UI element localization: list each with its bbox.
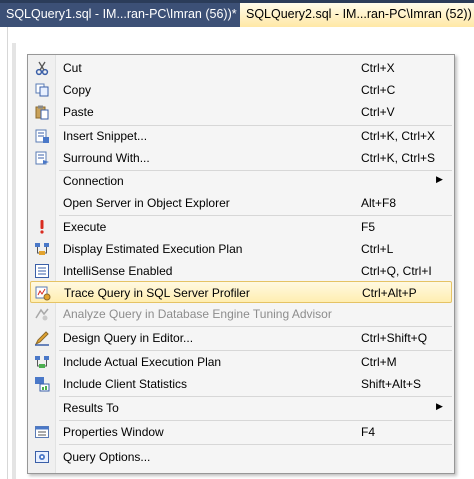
menu-item-shortcut: Ctrl+Q, Ctrl+I bbox=[361, 264, 432, 278]
menu-item-copy[interactable]: Copy Ctrl+C bbox=[30, 79, 452, 101]
estimated-plan-icon bbox=[34, 241, 50, 257]
surround-with-icon bbox=[34, 150, 50, 166]
menu-separator bbox=[59, 444, 452, 445]
menu-item-shortcut: Ctrl+Shift+Q bbox=[361, 331, 428, 345]
menu-item-execute[interactable]: Execute F5 bbox=[30, 216, 452, 238]
menu-item-label: Insert Snippet... bbox=[63, 129, 148, 143]
menu-item-label: Connection bbox=[63, 174, 124, 188]
query-options-icon bbox=[34, 449, 50, 465]
menu-item-shortcut: Ctrl+K, Ctrl+S bbox=[361, 151, 436, 165]
menu-item-label: Surround With... bbox=[63, 151, 150, 165]
menu-item-design-query[interactable]: Design Query in Editor... Ctrl+Shift+Q bbox=[30, 327, 452, 349]
menu-item-shortcut: Ctrl+L bbox=[361, 242, 394, 256]
menu-item-label: Design Query in Editor... bbox=[63, 331, 194, 345]
menu-item-estimated-plan[interactable]: Display Estimated Execution Plan Ctrl+L bbox=[30, 238, 452, 260]
tuning-advisor-icon bbox=[34, 306, 50, 322]
menu-item-label: Results To bbox=[63, 401, 119, 415]
actual-plan-icon bbox=[34, 354, 50, 370]
menu-item-label: Open Server in Object Explorer bbox=[63, 196, 230, 210]
execute-icon bbox=[34, 219, 50, 235]
editor-gutter bbox=[0, 27, 8, 479]
menu-item-shortcut: Shift+Alt+S bbox=[361, 377, 422, 391]
menu-item-shortcut: Ctrl+Alt+P bbox=[362, 286, 417, 300]
menu-item-trace-query[interactable]: Trace Query in SQL Server Profiler Ctrl+… bbox=[30, 281, 452, 303]
menu-item-paste[interactable]: Paste Ctrl+V bbox=[30, 101, 452, 123]
properties-icon bbox=[34, 424, 50, 440]
menu-item-label: Query Options... bbox=[63, 450, 151, 464]
profiler-icon bbox=[35, 285, 51, 301]
menu-item-insert-snippet[interactable]: Insert Snippet... Ctrl+K, Ctrl+X bbox=[30, 125, 452, 147]
menu-item-shortcut: Ctrl+X bbox=[361, 61, 395, 75]
menu-item-shortcut: F5 bbox=[361, 220, 376, 234]
menu-item-surround-with[interactable]: Surround With... Ctrl+K, Ctrl+S bbox=[30, 147, 452, 169]
menu-item-label: Paste bbox=[63, 105, 94, 119]
menu-item-label: Include Client Statistics bbox=[63, 377, 188, 391]
menu-item-label: Analyze Query in Database Engine Tuning … bbox=[63, 307, 332, 321]
menu-item-open-server[interactable]: Open Server in Object Explorer Alt+F8 bbox=[30, 192, 452, 214]
menu-item-results-to[interactable]: Results To ▶ bbox=[30, 397, 452, 419]
menu-item-analyze-query: Analyze Query in Database Engine Tuning … bbox=[30, 303, 452, 325]
submenu-arrow-icon: ▶ bbox=[436, 401, 443, 411]
menu-item-label: Display Estimated Execution Plan bbox=[63, 242, 243, 256]
insert-snippet-icon bbox=[34, 128, 50, 144]
menu-item-shortcut: F4 bbox=[361, 425, 376, 439]
scissors-icon bbox=[34, 60, 50, 76]
editor-change-margin bbox=[12, 43, 16, 479]
copy-icon bbox=[34, 82, 50, 98]
menu-item-shortcut: Ctrl+C bbox=[361, 83, 396, 97]
menu-item-cut[interactable]: Cut Ctrl+X bbox=[30, 57, 452, 79]
client-statistics-icon bbox=[34, 376, 50, 392]
menu-item-label: Copy bbox=[63, 83, 92, 97]
submenu-arrow-icon: ▶ bbox=[436, 174, 443, 184]
menu-item-actual-plan[interactable]: Include Actual Execution Plan Ctrl+M bbox=[30, 351, 452, 373]
menu-item-shortcut: Ctrl+K, Ctrl+X bbox=[361, 129, 436, 143]
tab-sqlquery1[interactable]: SQLQuery1.sql - IM...ran-PC\Imran (56))* bbox=[0, 3, 240, 27]
menu-item-label: Cut bbox=[63, 61, 82, 75]
menu-item-intellisense[interactable]: IntelliSense Enabled Ctrl+Q, Ctrl+I bbox=[30, 260, 452, 282]
menu-item-label: Include Actual Execution Plan bbox=[63, 355, 222, 369]
menu-item-shortcut: Ctrl+M bbox=[361, 355, 397, 369]
document-tab-strip: SQLQuery1.sql - IM...ran-PC\Imran (56))*… bbox=[0, 0, 474, 27]
menu-item-properties-window[interactable]: Properties Window F4 bbox=[30, 421, 452, 443]
intellisense-icon bbox=[34, 263, 50, 279]
menu-item-shortcut: Ctrl+V bbox=[361, 105, 395, 119]
menu-item-query-options[interactable]: Query Options... bbox=[30, 446, 452, 468]
tab-sqlquery2[interactable]: SQLQuery2.sql - IM...ran-PC\Imran (52)) bbox=[240, 3, 474, 27]
menu-item-label: Properties Window bbox=[63, 425, 164, 439]
menu-item-client-statistics[interactable]: Include Client Statistics Shift+Alt+S bbox=[30, 373, 452, 395]
design-query-icon bbox=[34, 330, 50, 346]
menu-item-label: Execute bbox=[63, 220, 107, 234]
menu-item-label: Trace Query in SQL Server Profiler bbox=[64, 286, 250, 300]
context-menu: Cut Ctrl+X Copy Ctrl+C Paste Ctrl+V Inse… bbox=[27, 54, 455, 474]
menu-item-connection[interactable]: Connection ▶ bbox=[30, 170, 452, 192]
menu-item-shortcut: Alt+F8 bbox=[361, 196, 397, 210]
paste-icon bbox=[34, 104, 50, 120]
menu-item-label: IntelliSense Enabled bbox=[63, 264, 173, 278]
